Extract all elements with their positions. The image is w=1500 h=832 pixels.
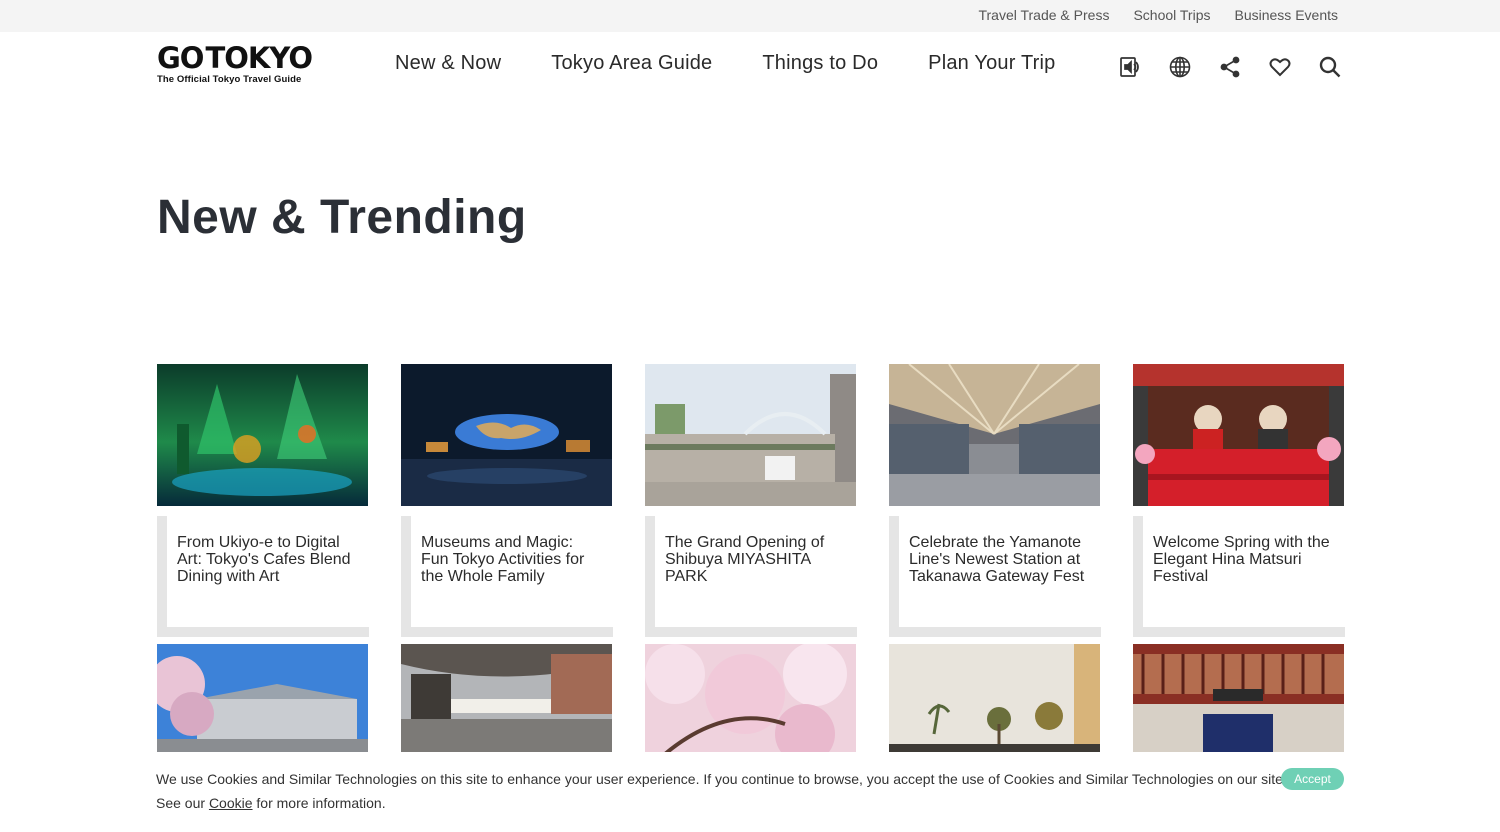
cookie-more-info: See our Cookie for more information. <box>156 795 386 811</box>
trending-grid: From Ukiyo-e to Digital Art: Tokyo's Caf… <box>157 364 1345 754</box>
article-card[interactable] <box>645 644 856 754</box>
heart-icon[interactable] <box>1267 54 1293 80</box>
accept-cookies-button[interactable]: Accept <box>1281 768 1344 790</box>
cookie-message: We use Cookies and Similar Technologies … <box>156 771 1287 787</box>
site-logo[interactable]: GO TOKYO The Official Tokyo Travel Guide <box>157 41 313 85</box>
cookie-more-info-prefix: See our <box>156 795 209 811</box>
article-card[interactable] <box>401 644 612 754</box>
article-image[interactable] <box>645 644 856 754</box>
audio-guide-icon[interactable] <box>1117 54 1143 80</box>
search-icon[interactable] <box>1317 54 1343 80</box>
logo-go: GO <box>157 41 204 75</box>
article-image[interactable] <box>889 364 1100 506</box>
article-image[interactable] <box>401 364 612 506</box>
article-title[interactable]: Museums and Magic: Fun Tokyo Activities … <box>401 516 613 637</box>
utility-links: Travel Trade & Press School Trips Busine… <box>978 7 1338 23</box>
article-card[interactable]: Welcome Spring with the Elegant Hina Mat… <box>1133 364 1345 637</box>
article-title[interactable]: Celebrate the Yamanote Line's Newest Sta… <box>889 516 1101 637</box>
cookie-banner: We use Cookies and Similar Technologies … <box>0 752 1500 832</box>
globe-icon[interactable] <box>1167 54 1193 80</box>
article-image[interactable] <box>157 644 368 754</box>
article-image[interactable] <box>889 644 1100 754</box>
site-header: GO TOKYO The Official Tokyo Travel Guide… <box>0 32 1500 102</box>
page-title: New & Trending <box>157 191 527 244</box>
logo-wordmark: GO TOKYO <box>157 41 313 75</box>
article-image[interactable] <box>1133 644 1344 754</box>
article-card[interactable] <box>157 644 368 754</box>
share-icon[interactable] <box>1217 54 1243 80</box>
nav-things-to-do[interactable]: Things to Do <box>762 52 878 75</box>
logo-tagline: The Official Tokyo Travel Guide <box>157 74 302 85</box>
travel-trade-press-link[interactable]: Travel Trade & Press <box>978 7 1109 23</box>
logo-tokyo: TOKYO <box>205 41 313 75</box>
article-card[interactable]: Celebrate the Yamanote Line's Newest Sta… <box>889 364 1101 637</box>
article-title[interactable]: The Grand Opening of Shibuya MIYASHITA P… <box>645 516 857 637</box>
article-image[interactable] <box>1133 364 1344 506</box>
nav-plan-your-trip[interactable]: Plan Your Trip <box>928 52 1055 75</box>
card-row-2 <box>157 644 1344 754</box>
article-image[interactable] <box>645 364 856 506</box>
main-navigation: New & Now Tokyo Area Guide Things to Do … <box>395 52 1056 75</box>
article-card[interactable]: From Ukiyo-e to Digital Art: Tokyo's Caf… <box>157 364 369 637</box>
nav-new-and-now[interactable]: New & Now <box>395 52 501 75</box>
article-image[interactable] <box>157 364 368 506</box>
card-row-1: From Ukiyo-e to Digital Art: Tokyo's Caf… <box>157 364 1345 637</box>
school-trips-link[interactable]: School Trips <box>1133 7 1210 23</box>
cookie-more-info-suffix: for more information. <box>252 795 386 811</box>
header-icons <box>1117 54 1343 80</box>
cookie-policy-link[interactable]: Cookie <box>209 795 253 811</box>
article-card[interactable]: The Grand Opening of Shibuya MIYASHITA P… <box>645 364 857 637</box>
article-card[interactable] <box>1133 644 1344 754</box>
utility-bar: Travel Trade & Press School Trips Busine… <box>0 0 1500 32</box>
business-events-link[interactable]: Business Events <box>1235 7 1339 23</box>
article-card[interactable]: Museums and Magic: Fun Tokyo Activities … <box>401 364 613 637</box>
article-card[interactable] <box>889 644 1100 754</box>
article-title[interactable]: From Ukiyo-e to Digital Art: Tokyo's Caf… <box>157 516 369 637</box>
nav-tokyo-area-guide[interactable]: Tokyo Area Guide <box>551 52 712 75</box>
article-title[interactable]: Welcome Spring with the Elegant Hina Mat… <box>1133 516 1345 637</box>
article-image[interactable] <box>401 644 612 754</box>
